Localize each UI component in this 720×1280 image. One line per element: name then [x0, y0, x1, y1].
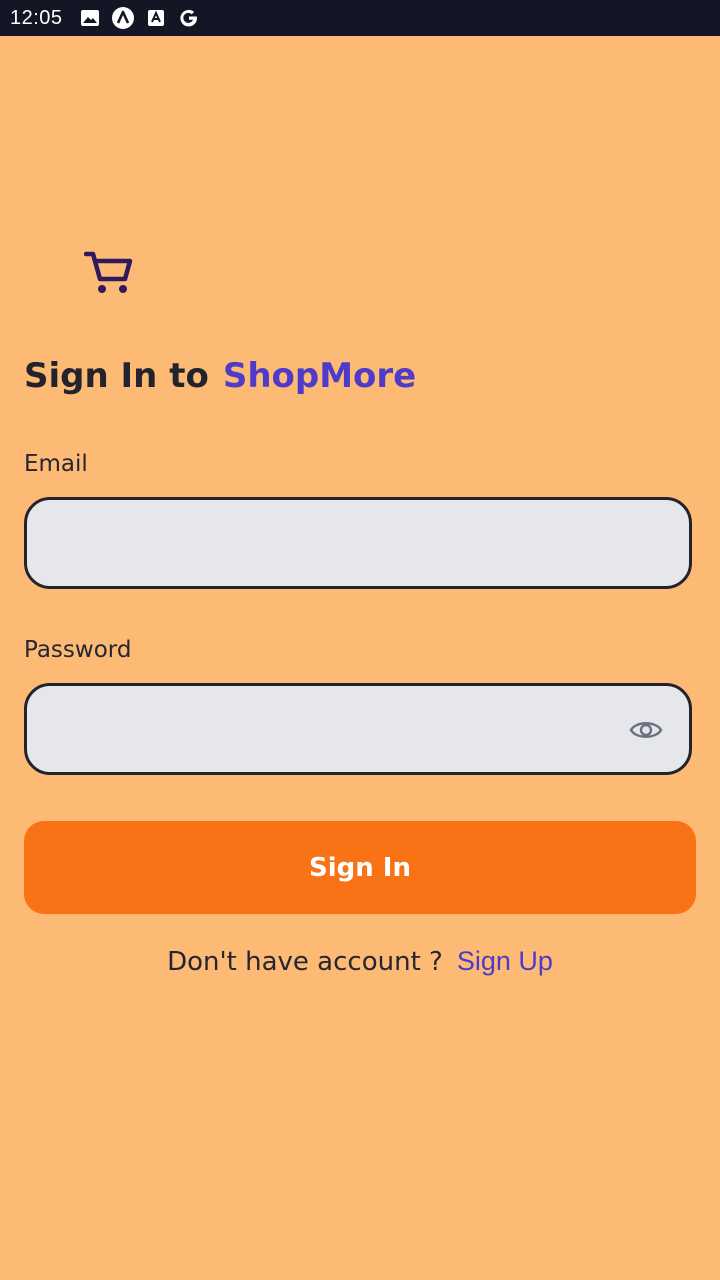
page-title: Sign In to ShopMore	[24, 356, 416, 396]
brand-name: ShopMore	[222, 356, 417, 396]
status-time: 12:05	[10, 6, 63, 29]
sign-up-link[interactable]: Sign Up	[457, 946, 553, 977]
password-field-container[interactable]	[24, 683, 692, 775]
sign-in-button[interactable]: Sign In	[24, 821, 696, 914]
shopping-cart-icon	[83, 248, 134, 298]
password-field[interactable]	[49, 714, 613, 744]
email-label: Email	[24, 451, 88, 477]
signup-prompt: Don't have account ?	[167, 947, 443, 977]
email-field[interactable]	[49, 528, 613, 558]
status-icons	[79, 7, 211, 29]
email-field-container[interactable]	[24, 497, 692, 589]
signup-prompt-row: Don't have account ? Sign Up	[0, 946, 720, 977]
text-a-icon	[145, 7, 167, 29]
status-bar: 12:05	[0, 0, 720, 36]
app-a-icon	[111, 7, 134, 29]
google-icon	[178, 7, 200, 29]
eye-icon[interactable]	[629, 716, 663, 744]
password-label: Password	[24, 637, 132, 663]
title-prefix: Sign In to	[24, 356, 209, 396]
image-icon	[79, 7, 101, 29]
